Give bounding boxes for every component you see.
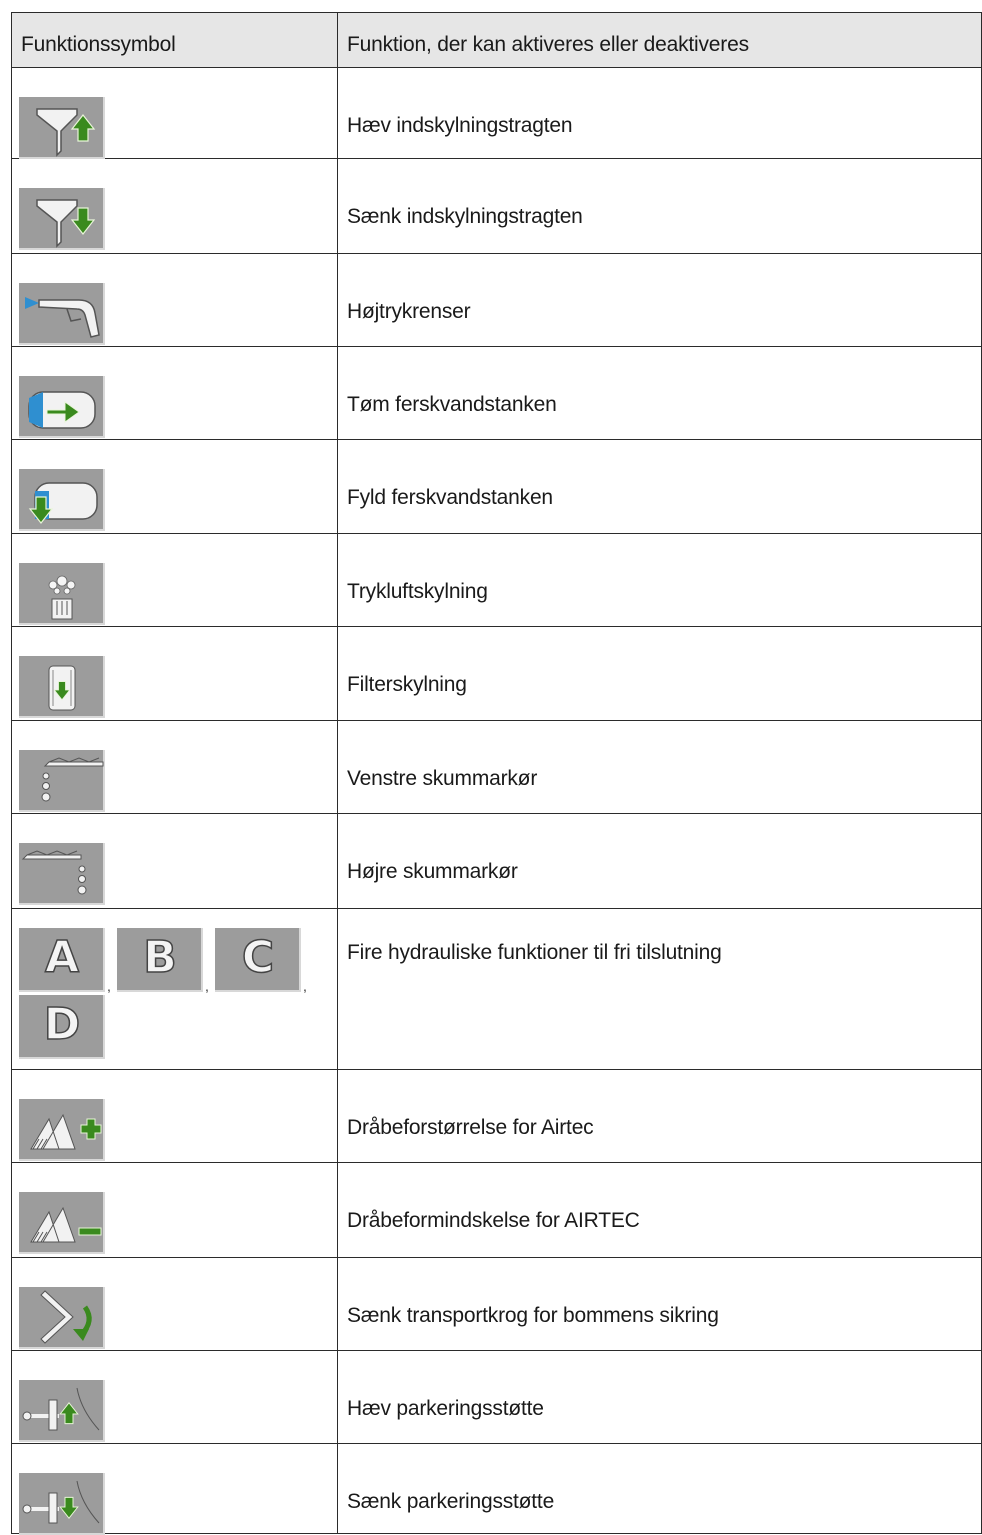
filter-rinse-icon — [19, 656, 105, 718]
function-label: Højtrykrenser — [347, 300, 471, 323]
hydraulic-b-icon: B — [117, 928, 203, 992]
freshwater-tank-fill-icon — [19, 469, 105, 531]
header-function: Funktion, der kan aktiveres eller deakti… — [347, 33, 749, 56]
funnel-raise-icon — [19, 97, 105, 159]
table-row: Hæv indskylningstragten — [11, 67, 982, 159]
table-row: Dråbeforstørrelse for Airtec — [11, 1069, 982, 1162]
freshwater-tank-empty-icon — [19, 376, 105, 438]
function-label: Tøm ferskvandstanken — [347, 393, 557, 416]
table-row: Venstre skummarkør — [11, 720, 982, 813]
function-label: Fyld ferskvandstanken — [347, 486, 553, 509]
table-border-top — [11, 12, 982, 13]
function-label: Dråbeforstørrelse for Airtec — [347, 1116, 594, 1139]
droplet-increase-icon — [19, 1099, 105, 1161]
table-row: Sænk transportkrog for bommens sikring — [11, 1257, 982, 1350]
function-label: Trykluftskylning — [347, 580, 488, 603]
table-row: Fire hydrauliske funktioner til fri tils… — [11, 908, 982, 1069]
function-label: Sænk indskylningstragten — [347, 205, 583, 228]
funnel-lower-icon — [19, 188, 105, 250]
row-divider — [11, 1533, 982, 1534]
function-label: Fire hydrauliske funktioner til fri tils… — [347, 941, 722, 964]
hydraulic-c-icon: C — [215, 928, 301, 992]
function-label: Sænk parkeringsstøtte — [347, 1490, 555, 1513]
table-row: Højre skummarkør — [11, 813, 982, 908]
table-row: Sænk parkeringsstøtte — [11, 1443, 982, 1535]
table-row: Hæv parkeringsstøtte — [11, 1350, 982, 1443]
parking-stand-raise-icon — [19, 1380, 105, 1442]
parking-stand-lower-icon — [19, 1473, 105, 1535]
letter-glyph: B — [142, 931, 177, 984]
table-row: Sænk indskylningstragten — [11, 158, 982, 253]
function-label: Højre skummarkør — [347, 860, 518, 883]
function-label: Sænk transportkrog for bommens sikring — [347, 1304, 719, 1327]
droplet-decrease-icon — [19, 1192, 105, 1254]
separator: , — [303, 978, 307, 994]
separator: , — [205, 978, 209, 994]
function-label: Hæv indskylningstragten — [347, 114, 573, 137]
header-symbol: Funktionssymbol — [21, 33, 176, 56]
letter-glyph: C — [241, 931, 275, 984]
table-row: Højtrykrenser — [11, 253, 982, 346]
letter-glyph: A — [44, 931, 80, 984]
hydraulic-d-icon: D — [19, 995, 105, 1059]
function-label: Filterskylning — [347, 673, 467, 696]
hydraulic-a-icon: A — [19, 928, 105, 992]
table-row: Trykluftskylning — [11, 533, 982, 626]
function-table: Funktionssymbol Funktion, der kan aktive… — [11, 12, 982, 1535]
function-label: Hæv parkeringsstøtte — [347, 1397, 544, 1420]
table-row: Tøm ferskvandstanken — [11, 346, 982, 439]
transport-hook-lower-icon — [19, 1287, 105, 1349]
table-row: Filterskylning — [11, 626, 982, 720]
separator: , — [107, 978, 111, 994]
foam-marker-left-icon — [19, 750, 105, 812]
foam-marker-right-icon — [19, 843, 105, 905]
function-label: Dråbeformindskelse for AIRTEC — [347, 1209, 640, 1232]
table-row: Fyld ferskvandstanken — [11, 439, 982, 533]
compressed-air-rinse-icon — [19, 563, 105, 625]
function-label: Venstre skummarkør — [347, 767, 538, 790]
letter-glyph: D — [43, 998, 81, 1051]
table-row: Dråbeformindskelse for AIRTEC — [11, 1162, 982, 1257]
high-pressure-cleaner-icon — [19, 283, 105, 345]
